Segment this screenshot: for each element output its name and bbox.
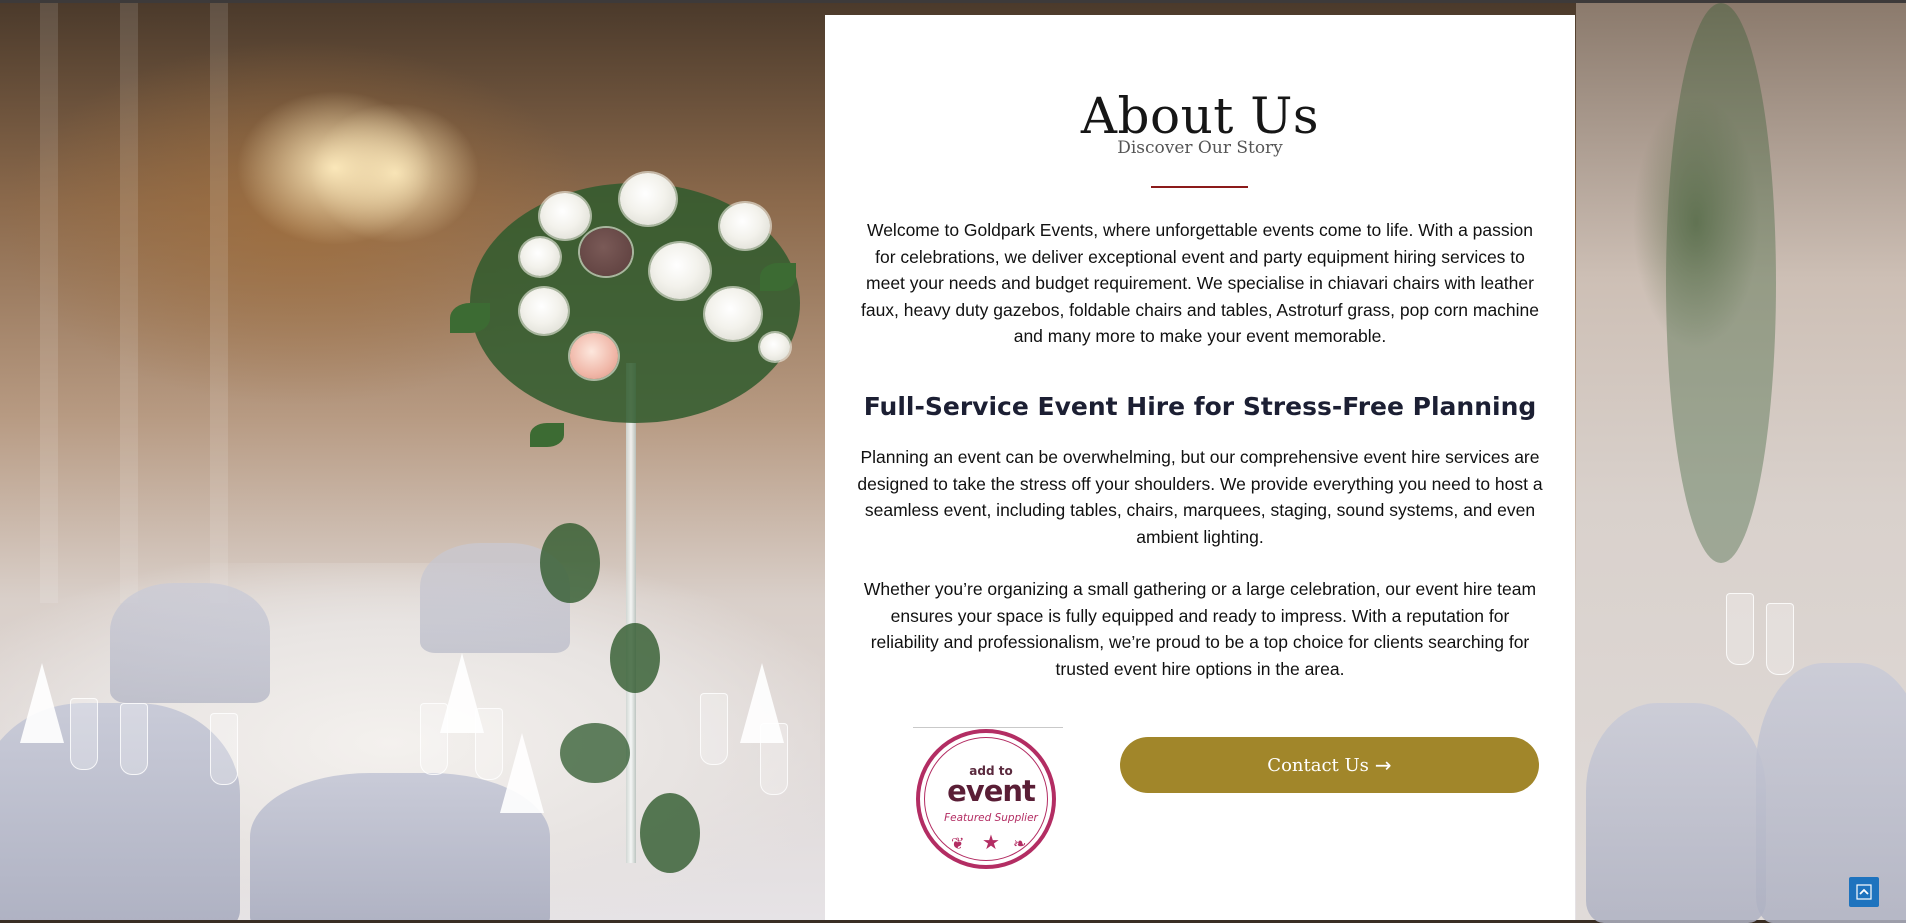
about-card: About Us Discover Our Story Welcome to G…: [825, 15, 1575, 920]
wine-glass: [700, 693, 728, 765]
reputation-paragraph: Whether you’re organizing a small gather…: [863, 579, 1537, 679]
badge-circle: add to event Featured Supplier ❦ ★ ❧: [916, 729, 1056, 869]
wine-glass: [70, 698, 98, 770]
badge-event-text: event: [947, 774, 1036, 808]
badge-featured-text: Featured Supplier: [944, 812, 1038, 824]
ivy-vine: [560, 723, 630, 783]
pink-rose: [570, 333, 618, 379]
services-paragraph: Planning an event can be overwhelming, b…: [857, 447, 1543, 547]
page-subtitle: Discover Our Story: [1117, 138, 1283, 158]
white-rose: [720, 203, 770, 249]
title-divider: [1151, 186, 1248, 188]
chair-cover: [1756, 663, 1906, 923]
scroll-to-top-button[interactable]: [1849, 877, 1879, 907]
wine-glass: [1766, 603, 1794, 675]
section-heading: Full-Service Event Hire for Stress-Free …: [863, 392, 1537, 421]
chair-cover: [1586, 703, 1766, 923]
page-title: About Us: [1080, 87, 1320, 145]
featured-supplier-badge[interactable]: add to event Featured Supplier ❦ ★ ❧: [913, 727, 1063, 887]
wine-glass: [120, 703, 148, 775]
white-rose: [540, 193, 590, 239]
folded-napkin: [440, 653, 484, 733]
chair-cover: [110, 583, 270, 703]
drape-highlight: [120, 3, 138, 603]
background-photo-right: [1576, 3, 1906, 923]
badge-inner-ring: add to event Featured Supplier ❦ ★ ❧: [924, 737, 1048, 861]
drape-highlight: [210, 3, 228, 603]
folded-napkin: [740, 663, 784, 743]
hanging-greenery: [1666, 3, 1776, 563]
drape-highlight: [40, 3, 58, 603]
wine-glass: [1726, 593, 1754, 665]
white-rose: [520, 288, 568, 334]
white-rose: [620, 173, 676, 225]
laurel-right-icon: ❧: [1013, 834, 1027, 853]
contact-us-label: Contact Us: [1267, 754, 1369, 776]
intro-paragraph: Welcome to Goldpark Events, where unforg…: [860, 220, 1540, 346]
folded-napkin: [500, 733, 544, 813]
badge-separator: [913, 727, 1063, 728]
leaf: [530, 423, 564, 447]
dark-hydrangea: [580, 228, 632, 276]
wine-glass: [210, 713, 238, 785]
ivy-vine: [540, 523, 600, 603]
white-rose: [760, 333, 790, 361]
contact-us-button[interactable]: Contact Us →: [1120, 737, 1539, 793]
ivy-vine: [640, 793, 700, 873]
star-icon: ★: [982, 830, 1000, 854]
arrow-right-icon: →: [1374, 753, 1392, 777]
leaf: [760, 263, 796, 291]
ivy-vine: [610, 623, 660, 693]
chevron-up-icon: [1856, 884, 1872, 900]
centerpiece-stem: [626, 363, 636, 863]
folded-napkin: [20, 663, 64, 743]
leaf: [450, 303, 490, 333]
white-rose: [520, 238, 560, 276]
white-rose: [650, 243, 710, 299]
white-rose: [705, 288, 761, 340]
